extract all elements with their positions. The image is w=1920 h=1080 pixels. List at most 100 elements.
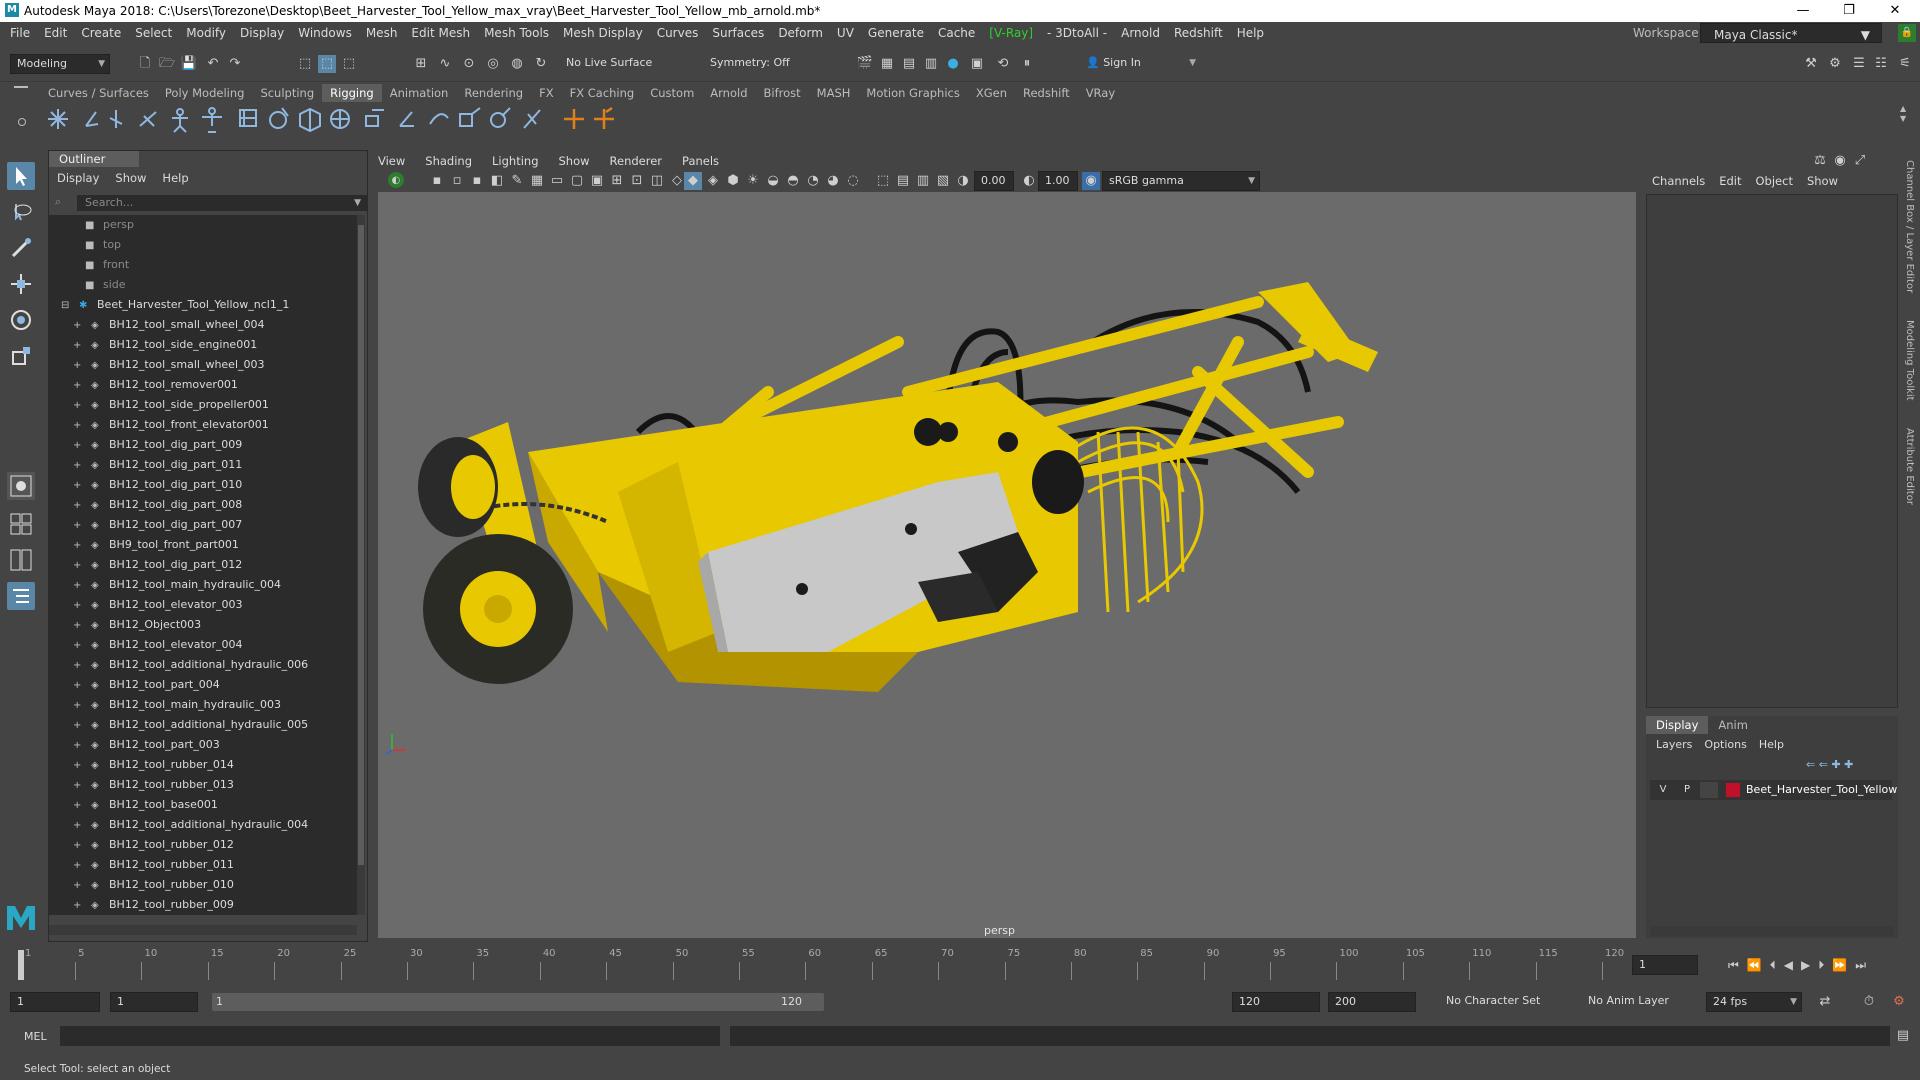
anti-aliasing-icon[interactable]: ◕	[824, 172, 842, 190]
shelf-tab-fx-caching[interactable]: FX Caching	[562, 84, 643, 102]
ipr-render-icon[interactable]: ▤	[900, 55, 918, 73]
minimize-button[interactable]: —	[1780, 0, 1826, 22]
save-scene-icon[interactable]: 💾	[180, 55, 198, 73]
render-frame-icon[interactable]: 🎬	[856, 55, 874, 73]
outliner-search-input[interactable]: Search... ▼	[77, 195, 367, 211]
viewport-menu-panels[interactable]: Panels	[682, 154, 719, 168]
render-settings-icon[interactable]: ▥	[922, 55, 940, 73]
channel-menu-object[interactable]: Object	[1756, 174, 1793, 188]
outliner-mesh-item[interactable]: + ◈ BH12_tool_base001	[73, 795, 218, 815]
step-back-frame-icon[interactable]: ⏴	[1770, 958, 1776, 973]
menu-edit[interactable]: Edit	[37, 22, 74, 44]
layer-row[interactable]: V P Beet_Harvester_Tool_Yellow	[1650, 780, 1897, 800]
sign-in-button[interactable]: 👤 Sign In ▼	[1080, 54, 1200, 74]
expand-icon[interactable]: +	[73, 576, 85, 596]
animation-start-field[interactable]: 1	[10, 992, 100, 1012]
lattice-icon[interactable]	[299, 107, 321, 133]
menu-create[interactable]: Create	[74, 22, 128, 44]
menu-vray[interactable]: [V-Ray]	[982, 22, 1040, 44]
channel-box-icon-a[interactable]: ⚖	[1812, 152, 1828, 168]
move-layer-down-icon[interactable]: ⇐	[1819, 758, 1832, 771]
outliner-vertical-scrollbar[interactable]	[357, 215, 365, 915]
outliner-camera-item[interactable]: ■ persp	[85, 215, 134, 235]
menu-set-dropdown[interactable]: Modeling ▼	[10, 54, 110, 74]
expand-icon[interactable]: +	[73, 816, 85, 836]
outliner-mesh-item[interactable]: + ◈ BH12_tool_rubber_009	[73, 895, 234, 915]
expand-icon[interactable]: +	[73, 416, 85, 436]
new-layer-selected-icon[interactable]: ✚	[1844, 758, 1853, 771]
outliner-mesh-item[interactable]: + ◈ BH12_tool_dig_part_010	[73, 475, 242, 495]
outliner-mesh-item[interactable]: + ◈ BH12_tool_rubber_010	[73, 875, 234, 895]
expand-icon[interactable]: +	[73, 476, 85, 496]
layer-color-swatch[interactable]	[1726, 783, 1740, 797]
new-scene-icon[interactable]: 🗋	[136, 55, 154, 73]
loop-icon[interactable]: ⇄	[1816, 993, 1834, 1011]
create-locator-icon[interactable]	[564, 109, 584, 129]
snap-grid-icon[interactable]: ⊞	[412, 55, 430, 73]
exposure-field[interactable]: 0.00	[974, 171, 1014, 191]
snap-curve-icon[interactable]: ∿	[436, 55, 454, 73]
outliner-mesh-item[interactable]: + ◈ BH12_tool_remover001	[73, 375, 238, 395]
layer-menu-layers[interactable]: Layers	[1656, 738, 1692, 751]
smooth-shade-icon[interactable]: ◆	[684, 172, 702, 190]
symmetry-dropdown[interactable]: Symmetry: Off	[704, 54, 808, 74]
go-to-end-icon[interactable]: ⏭	[1855, 958, 1866, 973]
live-surface-field[interactable]: No Live Surface	[560, 54, 660, 74]
redo-icon[interactable]: ↷	[226, 55, 244, 73]
viewport-menu-shading[interactable]: Shading	[425, 154, 472, 168]
outliner-mesh-item[interactable]: + ◈ BH12_tool_small_wheel_003	[73, 355, 265, 375]
menu-display[interactable]: Display	[233, 22, 291, 44]
use-lights-icon[interactable]: ☀	[744, 172, 762, 190]
two-d-pan-icon[interactable]: ◧	[488, 172, 506, 190]
expand-icon[interactable]: +	[73, 696, 85, 716]
viewport-menu-show[interactable]: Show	[559, 154, 590, 168]
four-view-layout-icon[interactable]	[7, 510, 35, 538]
arnold-render-icon[interactable]: ●	[944, 55, 962, 73]
step-forward-frame-icon[interactable]: ⏵	[1818, 958, 1824, 973]
layer-tab-display[interactable]: Display	[1646, 716, 1709, 734]
shelf-tab-poly-modeling[interactable]: Poly Modeling	[157, 84, 253, 102]
menu-modify[interactable]: Modify	[179, 22, 233, 44]
expand-icon[interactable]: +	[73, 396, 85, 416]
shelf-tab-custom[interactable]: Custom	[642, 84, 702, 102]
grease-pencil-icon[interactable]: ✎	[508, 172, 526, 190]
snap-point-icon[interactable]: ⊙	[460, 55, 478, 73]
shelf-menu-icon[interactable]	[14, 86, 28, 96]
outliner-camera-item[interactable]: ■ front	[85, 255, 129, 275]
tool-settings-icon[interactable]: ☰	[1850, 55, 1868, 73]
quick-rig-icon[interactable]	[172, 108, 188, 133]
insert-joint-icon[interactable]	[85, 111, 99, 127]
expand-icon[interactable]: +	[73, 876, 85, 896]
outliner-mesh-item[interactable]: + ◈ BH12_tool_elevator_004	[73, 635, 243, 655]
film-gate-icon[interactable]: ▭	[548, 172, 566, 190]
two-view-layout-icon[interactable]	[7, 546, 35, 574]
shelf-tab-bifrost[interactable]: Bifrost	[756, 84, 809, 102]
orient-constraint-icon[interactable]	[429, 113, 449, 125]
outliner-mesh-item[interactable]: + ◈ BH12_tool_part_004	[73, 675, 220, 695]
side-tab-channel-box[interactable]: Channel Box / Layer Editor	[1904, 160, 1915, 293]
menu-file[interactable]: File	[0, 22, 37, 44]
shelf-tab-mash[interactable]: MASH	[809, 84, 859, 102]
isolate-select-icon[interactable]: ⬚	[874, 172, 892, 190]
bind-skin-icon[interactable]	[239, 109, 257, 127]
play-forward-icon[interactable]: ▶	[1801, 958, 1810, 972]
outliner-mesh-item[interactable]: + ◈ BH12_tool_dig_part_007	[73, 515, 242, 535]
outliner-menu-display[interactable]: Display	[57, 171, 99, 185]
new-layer-icon[interactable]: ✚	[1831, 758, 1844, 771]
gate-mask-icon[interactable]: ▣	[588, 172, 606, 190]
outliner-menu-show[interactable]: Show	[115, 171, 146, 185]
expand-icon[interactable]: +	[73, 676, 85, 696]
restore-button[interactable]: ❐	[1826, 0, 1872, 22]
scrollbar-thumb[interactable]	[358, 225, 364, 865]
viewport-menu-view[interactable]: View	[378, 154, 405, 168]
viewport-menu-lighting[interactable]: Lighting	[492, 154, 538, 168]
menu-windows[interactable]: Windows	[291, 22, 359, 44]
expand-icon[interactable]: +	[73, 736, 85, 756]
animation-end-field[interactable]: 200	[1328, 992, 1416, 1012]
camera-attributes-icon[interactable]: ▪	[428, 172, 446, 190]
step-back-key-icon[interactable]: ⏪	[1747, 958, 1762, 972]
shelf-tab-rendering[interactable]: Rendering	[456, 84, 531, 102]
character-set-dropdown[interactable]: No Character Set	[1440, 992, 1580, 1012]
parent-constraint-icon[interactable]	[490, 107, 511, 128]
human-ik-icon[interactable]	[202, 107, 222, 133]
